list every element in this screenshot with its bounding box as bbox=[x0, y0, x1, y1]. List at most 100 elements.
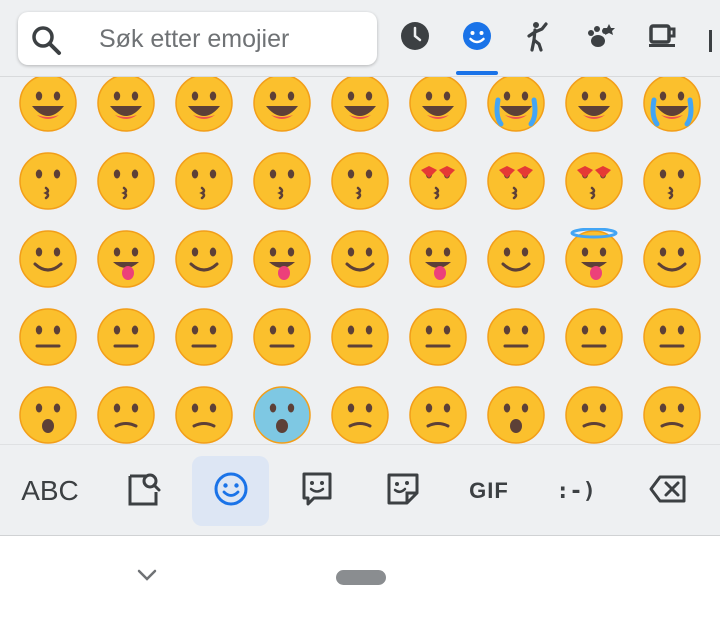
emoji-key[interactable] bbox=[641, 77, 703, 134]
emoji-key[interactable] bbox=[641, 306, 703, 368]
emoji-key[interactable] bbox=[641, 150, 703, 212]
smiley-icon bbox=[461, 20, 493, 56]
emoji-key[interactable] bbox=[329, 384, 391, 444]
emoji-key[interactable] bbox=[485, 384, 547, 444]
emoji-key[interactable] bbox=[17, 228, 79, 290]
emoji-grid bbox=[0, 77, 720, 444]
emoji-key[interactable] bbox=[329, 77, 391, 134]
cup-icon bbox=[647, 20, 679, 56]
emoji-key[interactable] bbox=[251, 77, 313, 134]
emoji-face-graphic bbox=[487, 308, 545, 366]
category-food-tab[interactable] bbox=[645, 20, 681, 56]
emoji-face-graphic bbox=[331, 386, 389, 444]
category-animals-tab[interactable] bbox=[583, 20, 619, 56]
emoji-key[interactable] bbox=[251, 306, 313, 368]
category-smileys-tab[interactable] bbox=[459, 20, 495, 56]
emoji-key[interactable] bbox=[485, 306, 547, 368]
emoji-face-graphic bbox=[643, 386, 701, 444]
emoji-key[interactable] bbox=[329, 306, 391, 368]
emoji-key[interactable] bbox=[95, 77, 157, 134]
emoji-key[interactable] bbox=[251, 228, 313, 290]
category-recent-tab[interactable] bbox=[397, 20, 433, 56]
abc-button[interactable]: ABC bbox=[10, 456, 90, 526]
emoji-face-graphic bbox=[409, 77, 467, 132]
emoji-key[interactable] bbox=[485, 150, 547, 212]
emoji-key[interactable] bbox=[563, 77, 625, 134]
gif-button[interactable]: GIF bbox=[454, 456, 524, 526]
backspace-button[interactable] bbox=[630, 456, 706, 526]
emoji-face-graphic bbox=[487, 230, 545, 288]
more-categories-indicator[interactable] bbox=[709, 30, 712, 52]
emoji-key[interactable] bbox=[251, 384, 313, 444]
emoticon-button[interactable]: :-) bbox=[540, 456, 612, 526]
emoji-key[interactable] bbox=[329, 228, 391, 290]
emoji-face-graphic bbox=[565, 152, 623, 210]
emoji-header: Søk etter emojier bbox=[0, 0, 720, 77]
home-handle[interactable] bbox=[336, 570, 386, 585]
emoji-face-graphic bbox=[409, 386, 467, 444]
emoji-key[interactable] bbox=[17, 384, 79, 444]
emoji-face-graphic bbox=[97, 77, 155, 132]
emoji-face-graphic bbox=[175, 77, 233, 132]
emoji-face-graphic bbox=[331, 230, 389, 288]
emoji-face-graphic bbox=[175, 386, 233, 444]
emoji-search-field[interactable]: Søk etter emojier bbox=[18, 12, 377, 65]
emoji-face-graphic bbox=[19, 386, 77, 444]
emoji-key[interactable] bbox=[17, 306, 79, 368]
abc-label: ABC bbox=[21, 475, 79, 506]
emoji-key[interactable] bbox=[563, 150, 625, 212]
emoji-key[interactable] bbox=[95, 384, 157, 444]
emoji-key[interactable] bbox=[173, 228, 235, 290]
emoji-face-graphic bbox=[331, 308, 389, 366]
emoji-face-graphic bbox=[253, 308, 311, 366]
emoji-key[interactable] bbox=[407, 150, 469, 212]
emoji-face-graphic bbox=[409, 230, 467, 288]
category-people-tab[interactable] bbox=[521, 20, 557, 56]
emoji-face-graphic bbox=[565, 386, 623, 444]
emoji-key[interactable] bbox=[563, 306, 625, 368]
emoji-key[interactable] bbox=[95, 150, 157, 212]
emoticon-label: :-) bbox=[556, 478, 596, 504]
emoji-key[interactable] bbox=[329, 150, 391, 212]
chevron-down-icon[interactable] bbox=[136, 567, 158, 587]
emoji-face-graphic bbox=[487, 152, 545, 210]
emoji-key[interactable] bbox=[173, 150, 235, 212]
emoji-key[interactable] bbox=[95, 306, 157, 368]
emoji-key[interactable] bbox=[563, 384, 625, 444]
bitmoji-button[interactable] bbox=[368, 456, 438, 526]
emoji-face-graphic bbox=[643, 230, 701, 288]
emoji-face-graphic bbox=[19, 308, 77, 366]
emoji-key[interactable] bbox=[485, 77, 547, 134]
emoji-key[interactable] bbox=[17, 150, 79, 212]
emoji-face-graphic bbox=[565, 308, 623, 366]
emoji-face-graphic bbox=[643, 77, 701, 132]
emoji-key[interactable] bbox=[407, 384, 469, 444]
emoji-key[interactable] bbox=[407, 228, 469, 290]
clipboard-search-button[interactable] bbox=[107, 456, 179, 526]
emoji-face-graphic bbox=[643, 152, 701, 210]
emoji-key[interactable] bbox=[251, 150, 313, 212]
paw-icon bbox=[585, 20, 617, 56]
emoji-tab-button[interactable] bbox=[192, 456, 269, 526]
emoji-key[interactable] bbox=[17, 77, 79, 134]
emoji-key[interactable] bbox=[563, 228, 625, 290]
gif-label: GIF bbox=[469, 478, 509, 503]
clipboard-search-icon bbox=[124, 470, 162, 512]
search-placeholder: Søk etter emojier bbox=[99, 25, 290, 53]
emoji-key[interactable] bbox=[485, 228, 547, 290]
emoji-face-graphic bbox=[97, 308, 155, 366]
stickers-button[interactable] bbox=[282, 456, 352, 526]
emoji-key[interactable] bbox=[641, 384, 703, 444]
emoji-face-graphic bbox=[97, 386, 155, 444]
emoji-face-graphic bbox=[253, 230, 311, 288]
emoji-key[interactable] bbox=[173, 77, 235, 134]
emoji-key[interactable] bbox=[641, 228, 703, 290]
emoji-key[interactable] bbox=[407, 306, 469, 368]
emoji-face-graphic bbox=[175, 230, 233, 288]
emoji-key[interactable] bbox=[173, 384, 235, 444]
emoji-face-graphic bbox=[643, 308, 701, 366]
emoji-face-graphic bbox=[19, 152, 77, 210]
emoji-key[interactable] bbox=[407, 77, 469, 134]
emoji-key[interactable] bbox=[173, 306, 235, 368]
emoji-key[interactable] bbox=[95, 228, 157, 290]
